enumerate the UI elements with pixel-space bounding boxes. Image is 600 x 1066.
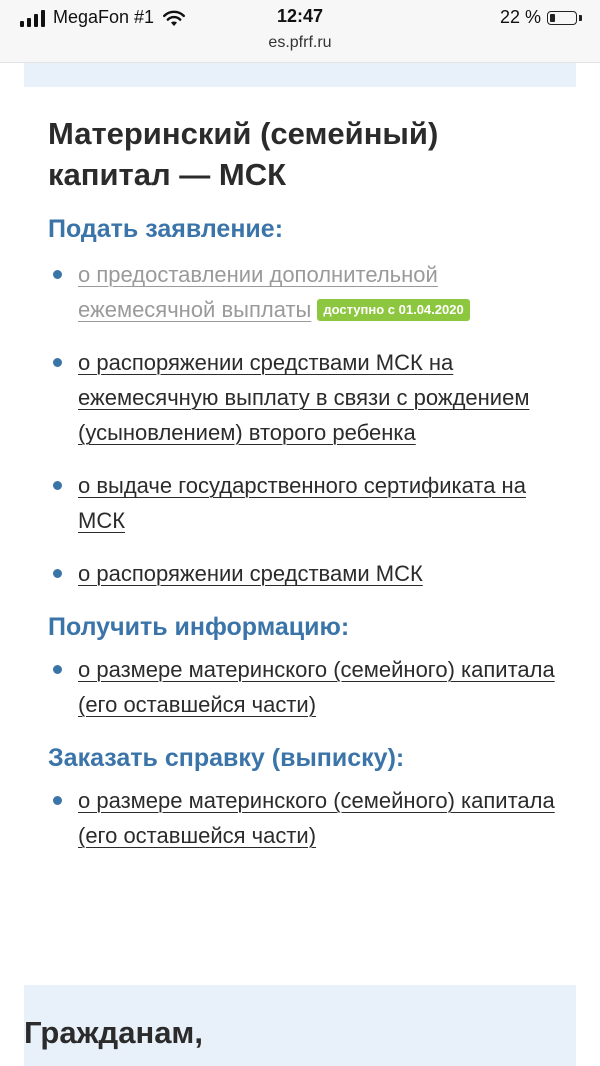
info-list: о размере материнского (семейного) капит… [48, 652, 568, 722]
page-title: Материнский (семейный) капитал — МСК [48, 116, 439, 192]
msk-section: Материнский (семейный) капитал — МСК Под… [48, 113, 568, 853]
bullet-icon [53, 569, 62, 578]
certificate-heading: Заказать справку (выписку): [48, 744, 405, 772]
bullet-icon [53, 481, 62, 490]
battery-icon [547, 10, 577, 25]
apply-list: о предоставлении дополнительной ежемесяч… [48, 257, 568, 591]
list-item: о распоряжении средствами МСК на ежемеся… [48, 345, 568, 450]
bullet-icon [53, 796, 62, 805]
list-item: о выдаче государственного сертификата на… [48, 468, 568, 538]
top-info-band [24, 63, 576, 87]
apply-heading: Подать заявление: [48, 215, 284, 243]
bullet-icon [53, 270, 62, 279]
citizens-heading: Гражданам, [24, 1015, 203, 1050]
list-item: о распоряжении средствами МСК [48, 556, 568, 591]
status-bar: MegaFon #1 12:47 es.pfrf.ru 22 % [0, 0, 600, 63]
list-item: о размере материнского (семейного) капит… [48, 783, 568, 853]
status-right: 22 % [500, 7, 582, 28]
certificate-capital-size-link[interactable]: о размере материнского (семейного) капит… [78, 788, 555, 848]
apply-monthly-payment-link[interactable]: о распоряжении средствами МСК на ежемеся… [78, 350, 529, 445]
list-item: о предоставлении дополнительной ежемесяч… [48, 257, 568, 327]
certificate-list: о размере материнского (семейного) капит… [48, 783, 568, 853]
battery-cap [579, 14, 582, 21]
battery-percent: 22 % [499, 7, 541, 27]
apply-certificate-link[interactable]: о выдаче государственного сертификата на… [78, 473, 526, 533]
address-bar-url[interactable]: es.pfrf.ru [0, 34, 600, 52]
bullet-icon [53, 358, 62, 367]
list-item: о размере материнского (семейного) капит… [48, 652, 568, 722]
bullet-icon [53, 665, 62, 674]
availability-badge: доступно с 01.04.2020 [317, 299, 470, 321]
info-heading: Получить информацию: [48, 613, 350, 641]
info-capital-size-link[interactable]: о размере материнского (семейного) капит… [78, 657, 555, 717]
apply-disposal-link[interactable]: о распоряжении средствами МСК [78, 561, 423, 586]
